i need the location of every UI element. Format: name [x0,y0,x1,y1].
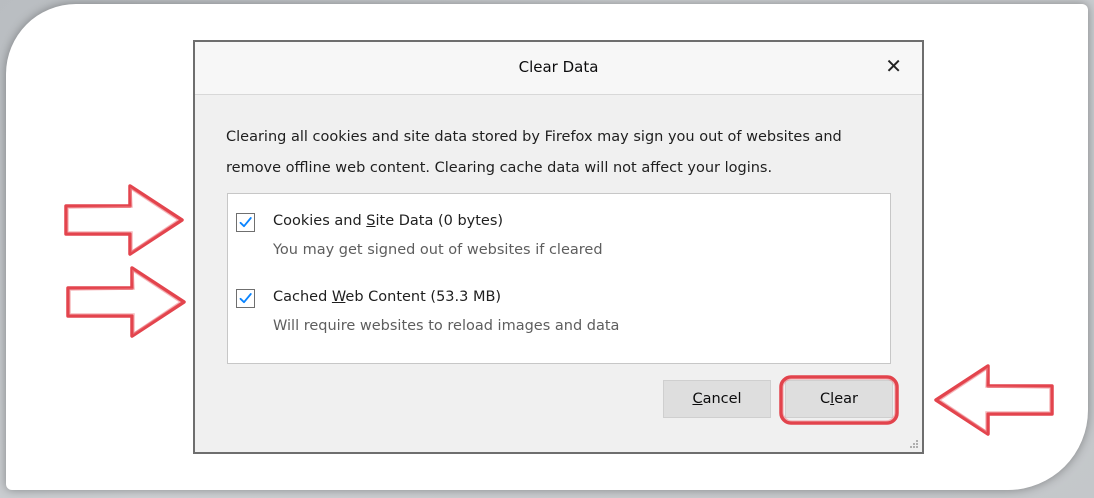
clear-data-dialog: Clear Data ✕ Clearing all cookies and si… [193,40,924,454]
data-options-box: Cookies and Site Data (0 bytes) You may … [227,193,891,364]
cookies-label[interactable]: Cookies and Site Data (0 bytes) [273,213,503,229]
cache-checkbox[interactable] [236,289,255,308]
screenshot-background: Clear Data ✕ Clearing all cookies and si… [0,0,1094,498]
close-icon[interactable]: ✕ [885,54,902,78]
annotation-arrow-icon [934,364,1054,436]
dialog-titlebar: Clear Data ✕ [195,42,922,95]
cookies-checkbox[interactable] [236,213,255,232]
annotation-arrow-icon [66,266,186,338]
checkmark-icon [239,217,252,228]
cookies-subtext: You may get signed out of websites if cl… [273,242,603,258]
annotation-arrow-icon [64,184,184,256]
cache-label[interactable]: Cached Web Content (53.3 MB) [273,289,501,305]
cache-subtext: Will require websites to reload images a… [273,318,620,334]
resize-grip-icon[interactable] [909,439,919,449]
description-line: remove offline web content. Clearing cac… [226,160,773,176]
dialog-description: Clearing all cookies and site data store… [226,122,906,184]
cancel-button[interactable]: Cancel [663,380,771,418]
checkmark-icon [239,293,252,304]
dialog-title: Clear Data [518,58,599,76]
description-line: Clearing all cookies and site data store… [226,129,842,145]
annotation-highlight-ring [779,375,899,425]
